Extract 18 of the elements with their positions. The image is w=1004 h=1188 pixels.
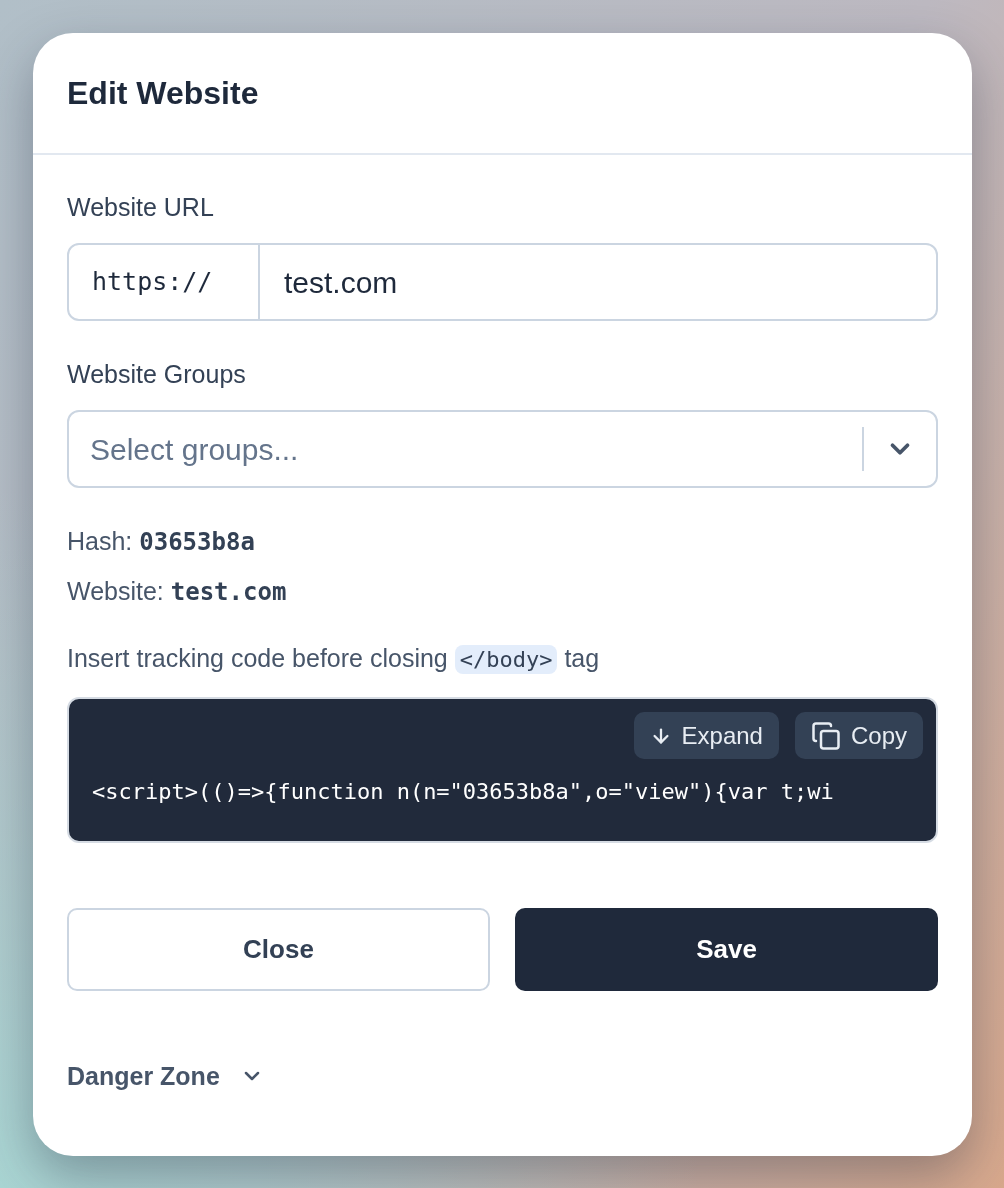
url-value: test.com bbox=[284, 264, 398, 301]
copy-icon bbox=[810, 720, 841, 751]
detail-line: Website: test.com bbox=[67, 576, 287, 607]
copy-button[interactable]: Copy bbox=[794, 712, 923, 759]
close-button[interactable]: Close bbox=[67, 908, 490, 991]
url-input-group[interactable]: https:// test.com bbox=[67, 243, 938, 321]
field-label: Website URL bbox=[67, 192, 214, 222]
danger-zone-toggle[interactable]: Danger Zone bbox=[67, 1061, 264, 1091]
groups-select[interactable]: Select groups... bbox=[67, 410, 938, 488]
tracking-instruction: Insert tracking code before closing </body> tag bbox=[67, 643, 600, 675]
field-label: Website Groups bbox=[67, 359, 246, 389]
save-button[interactable]: Save bbox=[515, 908, 938, 991]
detail-line: Hash: 03653b8a bbox=[67, 526, 255, 557]
tracking-code: <script>(()=>{function n(n="03653b8a",o="view"){var t;wi bbox=[92, 778, 834, 806]
expand-button[interactable]: Expand bbox=[633, 712, 779, 759]
dialog-title: Edit Website bbox=[67, 74, 259, 113]
select-placeholder: Select groups... bbox=[89, 431, 300, 468]
url-prefix: https:// bbox=[69, 245, 260, 319]
